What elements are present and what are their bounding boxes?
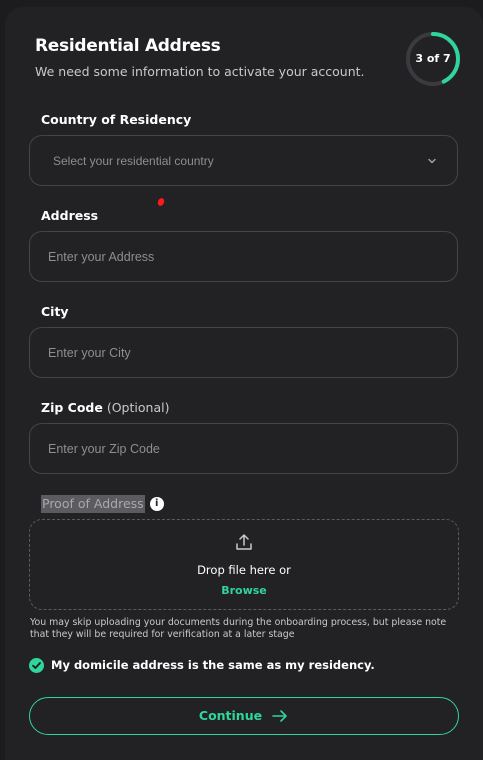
- address-label: Address: [41, 208, 99, 223]
- drop-file-text: Drop file here or: [197, 563, 291, 577]
- address-card: Residential Address We need some informa…: [5, 7, 483, 760]
- zip-label: Zip Code (Optional): [41, 400, 169, 415]
- browse-link[interactable]: Browse: [30, 584, 458, 597]
- proof-of-address-label: Proof of Address: [41, 495, 145, 513]
- zip-input[interactable]: [48, 424, 428, 473]
- country-select-placeholder: Select your residential country: [53, 154, 214, 168]
- red-annotation-dot: [156, 197, 166, 207]
- file-dropzone[interactable]: Drop file here or Browse: [29, 519, 459, 610]
- proof-of-address-row: Proof of Address i: [41, 495, 164, 513]
- page-subtitle: We need some information to activate you…: [35, 64, 365, 79]
- continue-button[interactable]: Continue: [29, 697, 459, 735]
- address-field[interactable]: [29, 231, 458, 282]
- page-title: Residential Address: [35, 36, 221, 56]
- zip-optional-text: (Optional): [106, 400, 170, 415]
- city-label: City: [41, 304, 69, 319]
- progress-label: 3 of 7: [415, 52, 451, 65]
- continue-button-content: Continue: [30, 698, 457, 733]
- country-label: Country of Residency: [41, 112, 192, 127]
- domicile-checkbox[interactable]: [29, 658, 44, 673]
- country-select[interactable]: Select your residential country: [29, 135, 458, 186]
- city-input[interactable]: [48, 328, 428, 377]
- address-input[interactable]: [48, 232, 428, 281]
- zip-label-text: Zip Code: [41, 400, 103, 415]
- info-icon[interactable]: i: [149, 497, 164, 511]
- chevron-down-icon: [428, 158, 436, 164]
- upload-note: You may skip uploading your documents du…: [30, 617, 447, 640]
- step-progress-ring: 3 of 7: [404, 30, 462, 88]
- arrow-right-icon: [272, 709, 287, 722]
- continue-label: Continue: [198, 708, 263, 723]
- zip-field[interactable]: [29, 423, 458, 474]
- city-field[interactable]: [29, 327, 458, 378]
- upload-icon: [236, 534, 252, 550]
- domicile-checkbox-label[interactable]: My domicile address is the same as my re…: [51, 658, 375, 673]
- check-icon: [32, 662, 41, 669]
